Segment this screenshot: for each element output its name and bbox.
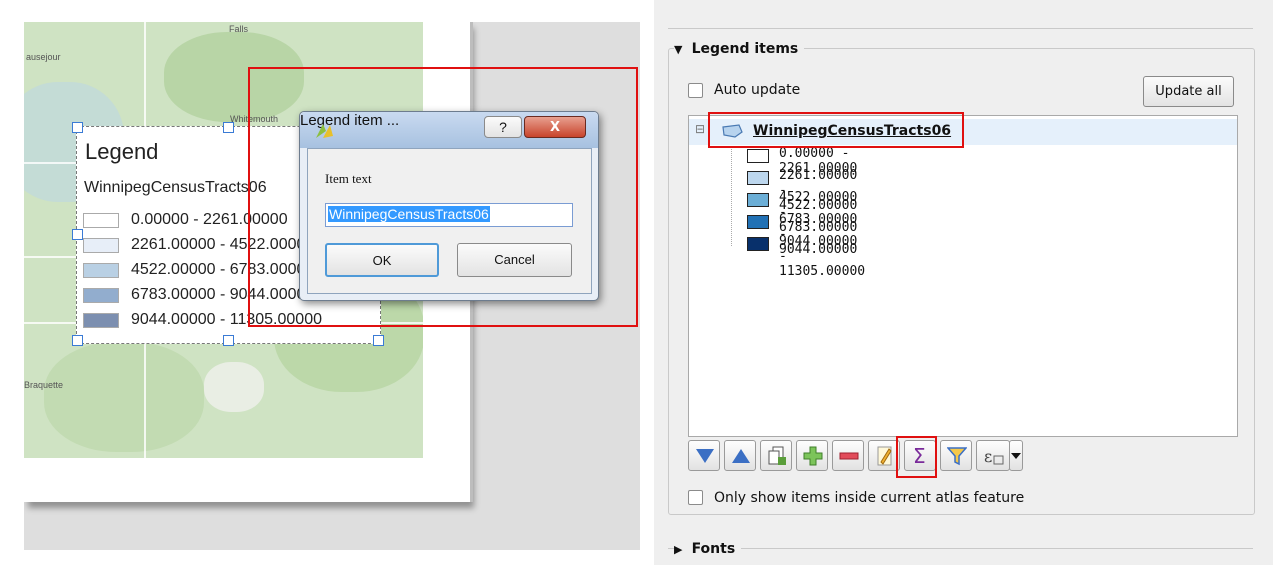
remove-item-button[interactable] bbox=[832, 440, 864, 471]
panel-top-divider bbox=[668, 8, 1253, 29]
qgis-logo-icon bbox=[316, 124, 333, 138]
cancel-button[interactable]: Cancel bbox=[457, 243, 572, 277]
legend-swatch bbox=[83, 313, 119, 328]
move-down-button[interactable] bbox=[688, 440, 720, 471]
class-swatch bbox=[747, 193, 769, 207]
place-label: ausejour bbox=[26, 52, 61, 62]
update-all-button[interactable]: Update all bbox=[1143, 76, 1234, 107]
pencil-edit-icon bbox=[877, 446, 892, 466]
atlas-only-label: Only show items inside current atlas fea… bbox=[714, 490, 1025, 506]
place-label: Braquette bbox=[24, 380, 64, 390]
resize-handle[interactable] bbox=[72, 229, 83, 240]
legend-title: Legend bbox=[85, 139, 159, 164]
item-text-value: WinnipegCensusTracts06 bbox=[328, 206, 490, 222]
help-button[interactable]: ? bbox=[484, 116, 522, 138]
class-swatch bbox=[747, 215, 769, 229]
fonts-header[interactable]: ▶ Fonts bbox=[674, 538, 742, 557]
arrow-down-icon bbox=[696, 449, 714, 463]
item-text-input[interactable]: WinnipegCensusTracts06 bbox=[325, 203, 573, 227]
legend-items-header[interactable]: ▼ Legend items bbox=[674, 38, 805, 57]
highlight-box bbox=[708, 112, 964, 148]
tree-expander-icon[interactable]: ⊟ bbox=[695, 122, 705, 136]
class-swatch bbox=[747, 237, 769, 251]
legend-swatch bbox=[83, 263, 119, 278]
resize-handle[interactable] bbox=[72, 335, 83, 346]
legend-tree[interactable]: ⊟ WinnipegCensusTracts06 0.00000 - 2261.… bbox=[688, 115, 1238, 437]
collapse-triangle-icon: ▼ bbox=[674, 43, 683, 56]
tree-connector bbox=[731, 146, 733, 246]
chevron-down-icon bbox=[1011, 453, 1021, 459]
dialog-body: Item text WinnipegCensusTracts06 OK Canc… bbox=[307, 148, 592, 294]
ok-button[interactable]: OK bbox=[325, 243, 439, 277]
auto-update-label: Auto update bbox=[714, 82, 801, 98]
move-up-button[interactable] bbox=[724, 440, 756, 471]
arrow-up-icon bbox=[732, 449, 750, 463]
close-icon: X bbox=[549, 120, 561, 135]
item-text-label: Item text bbox=[325, 171, 372, 186]
resize-handle[interactable] bbox=[373, 335, 384, 346]
expression-icon: ε bbox=[984, 447, 1004, 466]
atlas-only-checkbox[interactable] bbox=[688, 490, 703, 505]
legend-item-dialog: Legend item ... ? X Item text WinnipegCe… bbox=[299, 111, 599, 301]
legend-layer-name: WinnipegCensusTracts06 bbox=[84, 179, 267, 196]
resize-handle[interactable] bbox=[223, 335, 234, 346]
fonts-divider bbox=[668, 548, 1253, 549]
filter-icon bbox=[947, 447, 967, 466]
class-swatch bbox=[747, 171, 769, 185]
add-item-button[interactable] bbox=[796, 440, 828, 471]
auto-update-checkbox[interactable] bbox=[688, 83, 703, 98]
add-group-button[interactable] bbox=[760, 440, 792, 471]
resize-handle[interactable] bbox=[223, 122, 234, 133]
filter-button[interactable] bbox=[940, 440, 972, 471]
expand-triangle-icon: ▶ bbox=[674, 543, 683, 556]
fonts-title: Fonts bbox=[691, 541, 736, 557]
legend-swatch bbox=[83, 213, 119, 228]
expression-dropdown-button[interactable] bbox=[1009, 440, 1023, 471]
resize-handle[interactable] bbox=[72, 122, 83, 133]
highlight-box bbox=[896, 436, 937, 478]
class-label: 9044.00000 - 11305.00000 bbox=[779, 234, 866, 279]
plus-icon bbox=[803, 446, 823, 466]
minus-icon bbox=[839, 452, 859, 460]
dialog-titlebar[interactable]: Legend item ... ? X bbox=[300, 112, 598, 148]
svg-text:ε: ε bbox=[984, 447, 992, 466]
close-button[interactable]: X bbox=[524, 116, 586, 138]
class-swatch bbox=[747, 149, 769, 163]
legend-items-title: Legend items bbox=[691, 41, 799, 57]
place-label: Falls bbox=[229, 24, 249, 34]
legend-swatch bbox=[83, 288, 119, 303]
legend-swatch bbox=[83, 238, 119, 253]
add-group-icon bbox=[768, 446, 786, 465]
expression-button[interactable]: ε bbox=[976, 440, 1010, 471]
item-properties-panel: ▼ Legend items Auto update Update all ⊟ … bbox=[654, 0, 1273, 565]
help-icon: ? bbox=[499, 119, 507, 135]
